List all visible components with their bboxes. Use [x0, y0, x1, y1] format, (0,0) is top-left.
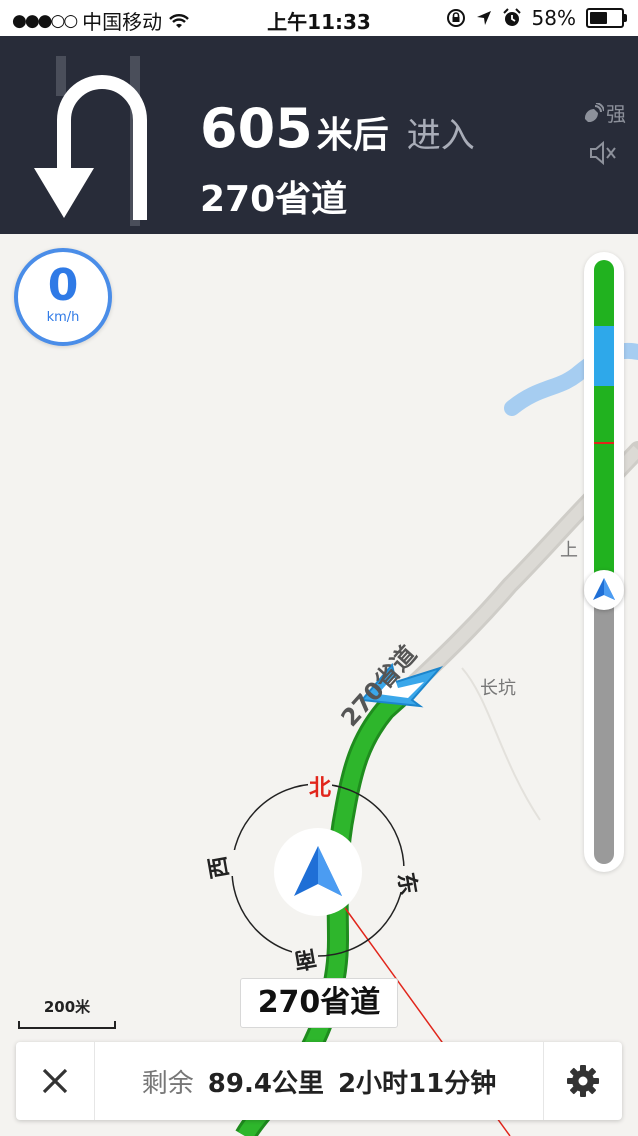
mute-icon[interactable]: [588, 140, 618, 166]
battery-percent: 58%: [531, 6, 576, 30]
place-label-shang: 上: [560, 540, 578, 561]
scale-bar: [18, 1021, 116, 1029]
alarm-icon: [502, 8, 521, 26]
map-scale: 200米: [18, 996, 116, 1029]
progress-segment-remaining: [594, 590, 614, 864]
remaining-distance: 89.4公里: [207, 1068, 324, 1099]
place-label-changkeng: 长坑: [480, 678, 516, 699]
gear-icon: [567, 1065, 599, 1097]
speed-unit: km/h: [46, 310, 80, 325]
current-road-label: 270省道: [240, 978, 398, 1028]
position-arrow-icon: [593, 578, 615, 600]
distance-to-turn: 605 米后 进入: [200, 102, 475, 158]
remaining-label: 剩余: [141, 1068, 194, 1099]
speed-value: 0: [47, 260, 79, 311]
remaining-time: 2小时11分钟: [337, 1068, 497, 1099]
compass-west: 西: [205, 854, 233, 880]
location-arrow-icon: [476, 11, 491, 25]
close-icon: [42, 1068, 68, 1094]
next-road-name: 270省道: [200, 179, 348, 220]
speedometer: 0 km/h: [14, 248, 112, 346]
rotation-lock-icon: [446, 9, 465, 27]
progress-segment-green-3: [594, 444, 614, 590]
progress-segment-green-2: [594, 386, 614, 442]
battery-icon: [586, 8, 627, 28]
progress-segment-blue: [594, 326, 614, 386]
navigation-instruction-panel: 605 米后 进入 270省道 强: [0, 36, 638, 234]
compass-south: 南: [292, 944, 318, 972]
u-turn-left-icon: [34, 56, 147, 226]
signal-strength-label: 强: [606, 102, 626, 126]
trip-summary-bar: 剩余 89.4公里 2小时11分钟: [16, 1042, 622, 1120]
status-bar: ●●●○○ 中国移动 上午11:33 58%: [0, 0, 638, 36]
exit-navigation-button[interactable]: [16, 1042, 95, 1120]
compass-north: 北: [309, 776, 331, 801]
progress-segment-green-1: [594, 260, 614, 326]
compass-east: 东: [392, 871, 421, 897]
action-label: 进入: [406, 116, 475, 156]
settings-button[interactable]: [543, 1042, 622, 1120]
satellite-icon: [584, 102, 604, 122]
distance-value: 605: [200, 97, 313, 160]
scale-label: 200米: [43, 998, 91, 1016]
distance-unit: 米后: [316, 115, 389, 156]
trip-remaining-info: 剩余 89.4公里 2小时11分钟: [94, 1042, 544, 1120]
gps-signal-indicator[interactable]: 强: [582, 98, 626, 127]
route-progress-bar[interactable]: [584, 252, 624, 872]
progress-position-knob: [584, 570, 624, 610]
